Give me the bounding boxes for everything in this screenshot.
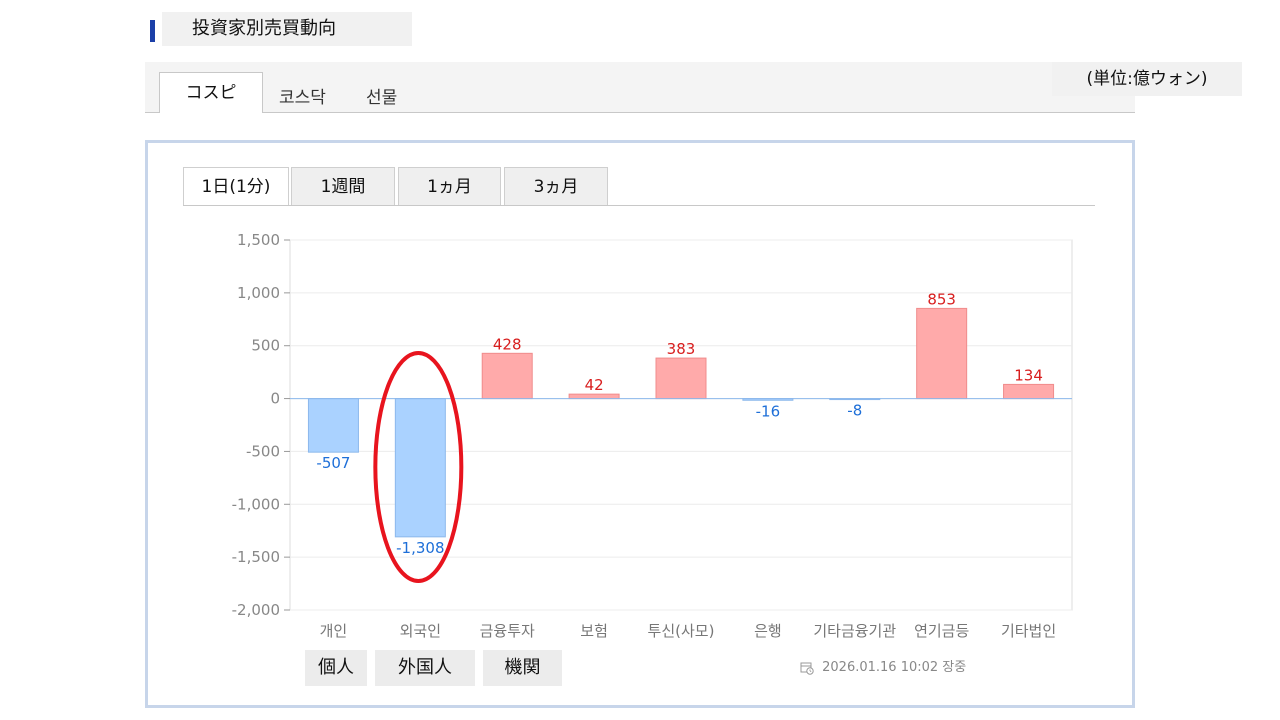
y-tick-label: 1,000 [237,284,280,302]
calendar-clock-icon [800,662,814,675]
timestamp-text: 2026.01.16 10:02 장중 [822,660,967,675]
investor-button-institution[interactable]: 機関 [483,650,562,686]
y-tick-label: -1,000 [232,495,280,513]
data-label: -16 [756,402,781,420]
y-tick-label: -2,000 [232,601,280,619]
y-tick-label: 500 [251,337,280,355]
x-tick-label: 금융투자 [480,622,535,640]
investor-button-foreign[interactable]: 外国人 [375,650,475,686]
bar [1003,383,1055,400]
y-tick-label: 0 [270,390,280,408]
data-label: 853 [927,290,956,308]
data-label: 428 [493,335,522,353]
update-timestamp: 2026.01.16 10:02 장중 [800,658,966,678]
x-tick-label: 투신(사모) [648,622,715,640]
data-label: -8 [847,402,862,420]
x-tick-label: 기타법인 [1001,622,1056,640]
data-label: 383 [667,340,696,358]
bar [568,393,620,400]
data-label: -507 [316,454,350,472]
x-tick-label: 은행 [754,622,782,640]
x-tick-label: 외국인 [400,622,441,640]
y-tick-label: -500 [246,442,280,460]
y-tick-label: -1,500 [232,548,280,566]
bar [394,398,446,538]
bar [655,357,707,400]
x-tick-label: 보험 [580,622,608,640]
x-tick-label: 기타금융기관 [813,622,896,640]
investor-button-individual[interactable]: 個人 [305,650,367,686]
data-label: -1,308 [396,539,444,557]
bar [307,398,359,453]
x-tick-label: 개인 [320,622,348,640]
bar [481,352,533,400]
bar [916,307,968,400]
data-label: 134 [1014,366,1043,384]
investor-bar-chart: 1,500 1,000 500 0 -500 -1,000 -1,500 -2,000 -507… [232,231,1073,640]
x-tick-label: 연기금등 [914,622,969,640]
y-tick-label: 1,500 [237,231,280,249]
data-label: 42 [585,376,604,394]
